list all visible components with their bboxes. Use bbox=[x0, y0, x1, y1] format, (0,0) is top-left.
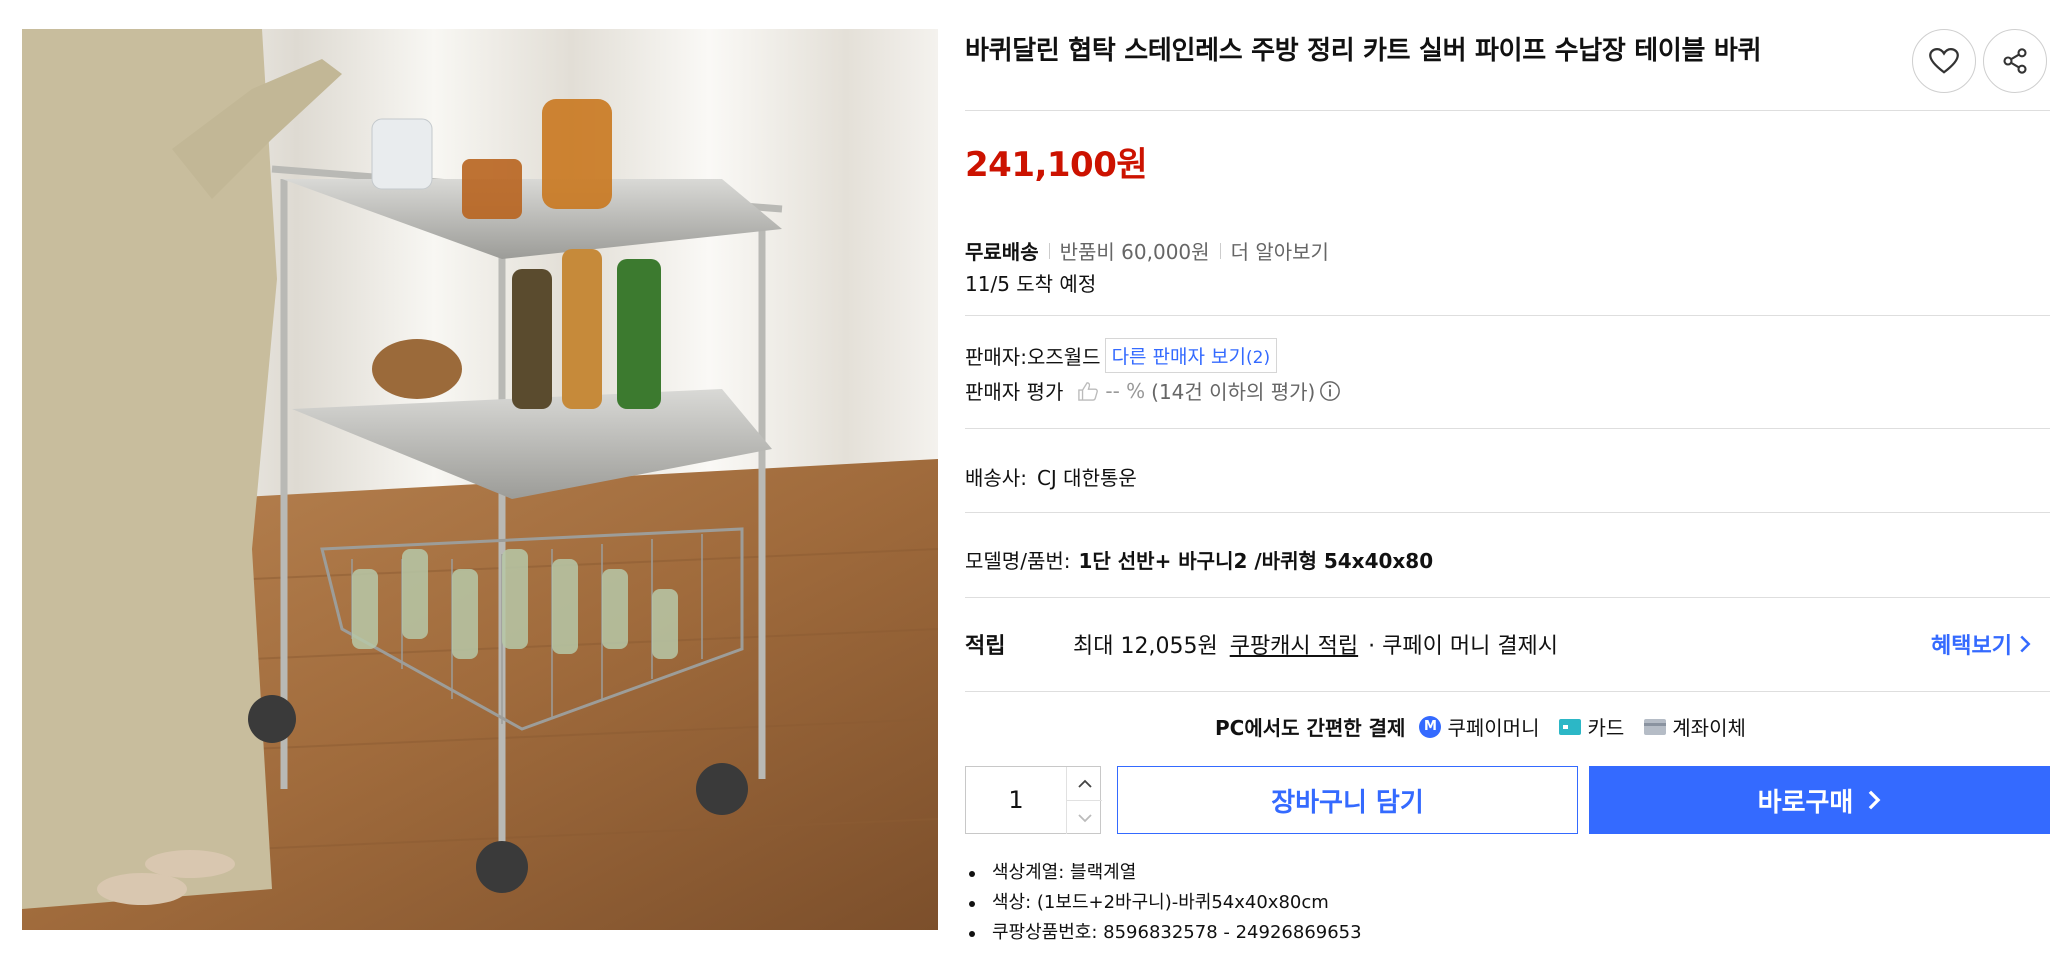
rewards-label: 적립 bbox=[965, 634, 1006, 659]
carrier-info: 배송사: CJ 대한통운 bbox=[965, 462, 1137, 491]
shipping-info: 무료배송 반품비 60,000원 더 알아보기 bbox=[965, 236, 1329, 265]
product-photo bbox=[22, 29, 938, 930]
seller-rating-value: -- % bbox=[1105, 378, 1146, 403]
carrier-label: 배송사: bbox=[965, 466, 1027, 490]
buy-now-button[interactable]: 바로구매 bbox=[1589, 766, 2050, 834]
divider bbox=[965, 315, 2050, 316]
divider bbox=[965, 597, 2050, 598]
detail-color: 색상: (1보드+2바구니)-바퀴54x40x80cm bbox=[965, 888, 1362, 918]
wishlist-button[interactable] bbox=[1912, 29, 1976, 93]
quantity-stepper[interactable]: 1 bbox=[965, 766, 1102, 834]
other-sellers-count: (2) bbox=[1246, 348, 1271, 368]
rewards-max: 최대 12,055원 bbox=[1073, 634, 1218, 659]
bank-icon bbox=[1644, 718, 1667, 735]
model-value: 1단 선반+ 바구니2 /바퀴형 54x40x80 bbox=[1078, 549, 1434, 573]
seller-rating: 판매자 평가 -- % (14건 이하의 평가) bbox=[965, 376, 1341, 405]
detail-color-family: 색상계열: 블랙계열 bbox=[965, 858, 1362, 888]
seller-info: 판매자: 오즈월드 다른 판매자 보기(2) bbox=[965, 338, 1278, 373]
card-icon bbox=[1559, 718, 1582, 735]
seller-rating-note: (14건 이하의 평가) bbox=[1151, 380, 1316, 404]
add-to-cart-button[interactable]: 장바구니 담기 bbox=[1117, 766, 1578, 834]
divider bbox=[965, 512, 2050, 513]
model-info: 모델명/품번: 1단 선반+ 바구니2 /바퀴형 54x40x80 bbox=[965, 545, 1433, 574]
chevron-right-icon bbox=[1869, 790, 1881, 810]
payment-label: PC에서도 간편한 결제 bbox=[1215, 716, 1406, 740]
seller-rating-label: 판매자 평가 bbox=[965, 380, 1064, 404]
seller-label: 판매자: bbox=[965, 345, 1027, 369]
share-icon bbox=[2003, 48, 2027, 74]
product-details-list: 색상계열: 블랙계열 색상: (1보드+2바구니)-바퀴54x40x80cm 쿠… bbox=[965, 858, 1362, 948]
coupang-cash-link[interactable]: 쿠팡캐시 적립 bbox=[1230, 628, 1358, 660]
divider bbox=[965, 428, 2050, 429]
quantity-input[interactable]: 1 bbox=[966, 767, 1066, 833]
model-label: 모델명/품번: bbox=[965, 549, 1071, 573]
product-price: 241,100원 bbox=[965, 145, 1148, 185]
chevron-down-icon bbox=[1077, 813, 1092, 822]
rewards-suffix: · 쿠페이 머니 결제시 bbox=[1368, 634, 1559, 659]
learn-more-link[interactable]: 더 알아보기 bbox=[1231, 236, 1329, 265]
info-icon[interactable] bbox=[1319, 380, 1341, 402]
chevron-up-icon bbox=[1077, 779, 1092, 788]
carrier-name: CJ 대한통운 bbox=[1036, 466, 1137, 490]
arrival-estimate: 11/5 도착 예정 bbox=[965, 272, 1097, 296]
share-button[interactable] bbox=[1983, 29, 2047, 93]
payment-method-transfer: 계좌이체 bbox=[1672, 716, 1746, 740]
other-sellers-link[interactable]: 다른 판매자 보기(2) bbox=[1104, 338, 1278, 373]
detail-product-number: 쿠팡상품번호: 8596832578 - 24926869653 bbox=[965, 918, 1362, 948]
product-image[interactable] bbox=[22, 29, 938, 930]
thumbs-up-icon bbox=[1078, 381, 1099, 401]
quantity-decrease-button[interactable] bbox=[1066, 801, 1102, 834]
divider bbox=[965, 691, 2050, 692]
seller-name[interactable]: 오즈월드 bbox=[1027, 341, 1101, 370]
benefits-link-label: 혜택보기 bbox=[1931, 634, 2012, 659]
payment-method-card: 카드 bbox=[1587, 716, 1625, 740]
chevron-right-icon bbox=[2020, 635, 2031, 653]
benefits-link[interactable]: 혜택보기 bbox=[1931, 628, 2032, 660]
buy-now-label: 바로구매 bbox=[1757, 787, 1854, 818]
product-title: 바퀴달린 협탁 스테인레스 주방 정리 카트 실버 파이프 수납장 테이블 바퀴 bbox=[965, 36, 1762, 66]
separator bbox=[1048, 242, 1050, 259]
rewards-row: 적립 최대 12,055원 쿠팡캐시 적립 · 쿠페이 머니 결제시 bbox=[965, 628, 1558, 660]
add-to-cart-label: 장바구니 담기 bbox=[1271, 787, 1424, 818]
other-sellers-text: 다른 판매자 보기 bbox=[1111, 346, 1247, 368]
payment-method-coupay: 쿠페이머니 bbox=[1447, 716, 1540, 740]
heart-icon bbox=[1929, 47, 1959, 74]
payment-methods: PC에서도 간편한 결제 M 쿠페이머니 카드 계좌이체 bbox=[1215, 712, 1746, 741]
free-shipping-label: 무료배송 bbox=[965, 240, 1039, 264]
return-fee: 반품비 60,000원 bbox=[1059, 240, 1210, 264]
quantity-increase-button[interactable] bbox=[1066, 767, 1102, 801]
coupay-money-icon: M bbox=[1419, 715, 1442, 738]
separator bbox=[1219, 242, 1221, 259]
divider bbox=[965, 110, 2050, 111]
product-info-panel: 바퀴달린 협탁 스테인레스 주방 정리 카트 실버 파이프 수납장 테이블 바퀴… bbox=[965, 0, 2050, 959]
